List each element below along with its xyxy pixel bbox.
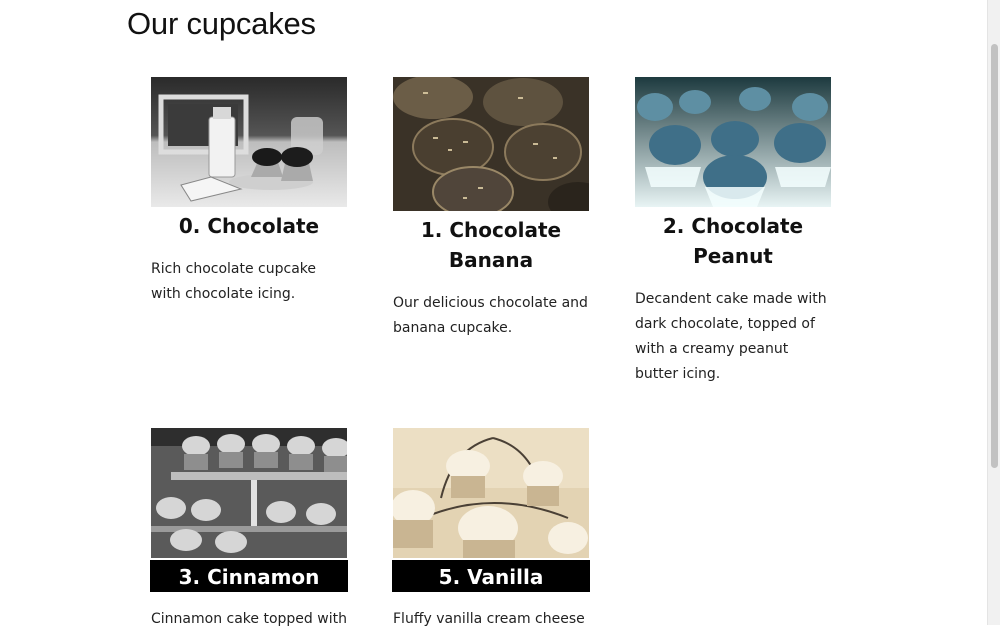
card-title: 2. Chocolate Peanut (662, 214, 804, 268)
card-title: 0. Chocolate (178, 214, 320, 238)
card-description: Rich chocolate cupcake with chocolate ic… (151, 261, 317, 302)
card-description: Cinnamon cake topped with (151, 611, 347, 627)
cupcake-card-chocolate: 0. Chocolate Rich chocolate cupcake with… (151, 77, 347, 307)
cupcake-photo (635, 77, 831, 207)
cupcake-photo (151, 77, 347, 207)
card-title: 1. Chocolate Banana (420, 218, 562, 272)
card-title: 3. Cinnamon (150, 560, 348, 592)
vertical-scrollbar[interactable] (987, 0, 1000, 625)
cupcake-card-cinnamon: 3. Cinnamon Cinnamon cake topped with (150, 428, 348, 632)
card-description: Decandent cake made with dark chocolate,… (635, 291, 827, 382)
cupcake-photo (151, 428, 347, 558)
cupcake-card-chocolate-banana: 1. Chocolate Banana Our delicious chocol… (393, 77, 589, 341)
card-title: 5. Vanilla (392, 560, 590, 592)
cupcake-photo (393, 77, 589, 211)
scrollbar-thumb[interactable] (991, 44, 998, 468)
cupcake-photo (393, 428, 589, 558)
card-description: Fluffy vanilla cream cheese (393, 611, 585, 627)
card-description: Our delicious chocolate and banana cupca… (393, 295, 588, 336)
cupcake-card-chocolate-peanut: 2. Chocolate Peanut Decandent cake made … (635, 77, 831, 387)
page-title: Our cupcakes (127, 6, 316, 41)
cupcake-card-vanilla: 5. Vanilla Fluffy vanilla cream cheese (392, 428, 590, 632)
